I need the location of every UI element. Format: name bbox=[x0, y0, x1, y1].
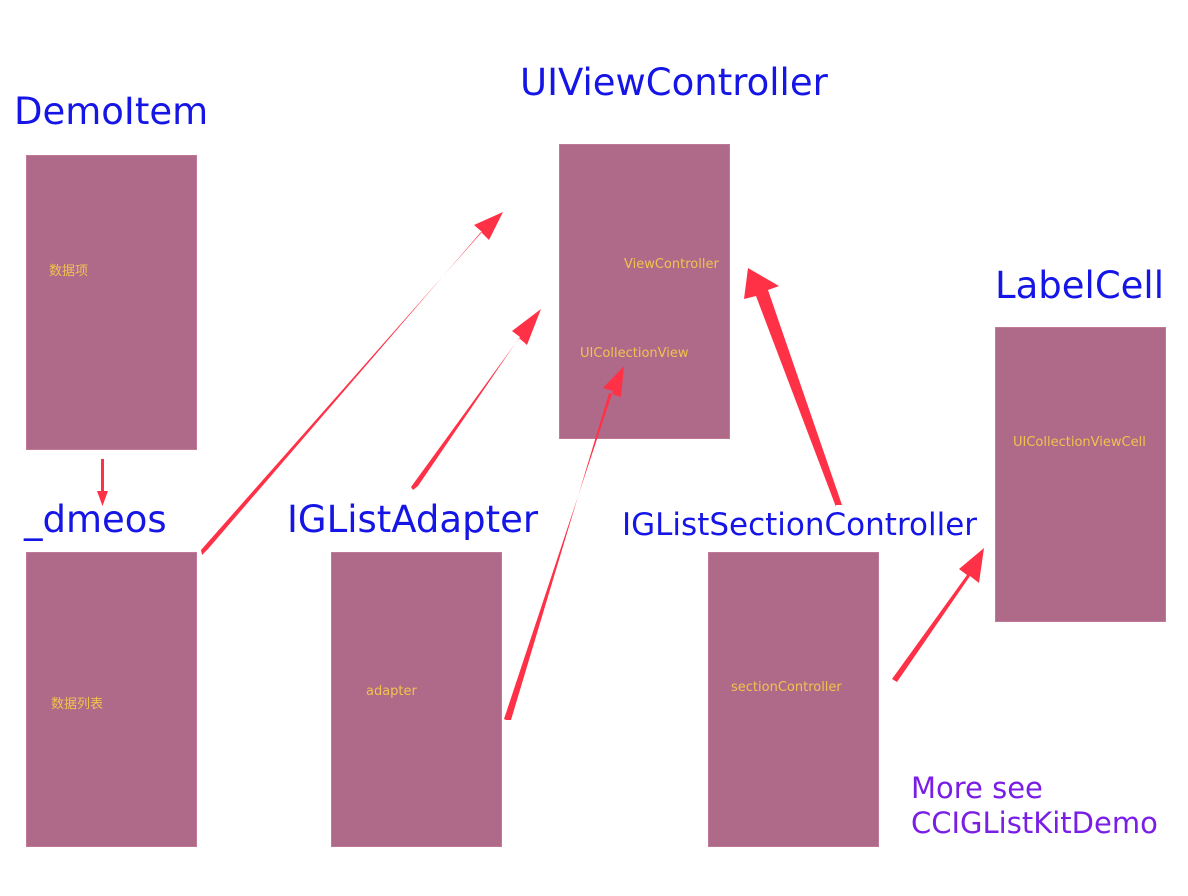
arrow-section-to-viewcontroller bbox=[744, 268, 842, 507]
arrow-demoitem-to-dmeos bbox=[97, 459, 108, 506]
arrow-dmeos-to-viewcontroller bbox=[201, 212, 503, 555]
arrows-layer bbox=[97, 212, 984, 720]
arrow-section-to-labelcell bbox=[892, 548, 984, 682]
arrow-adapter-to-viewcontroller bbox=[411, 309, 541, 490]
arrow-adapter-to-collectionview bbox=[504, 366, 624, 720]
